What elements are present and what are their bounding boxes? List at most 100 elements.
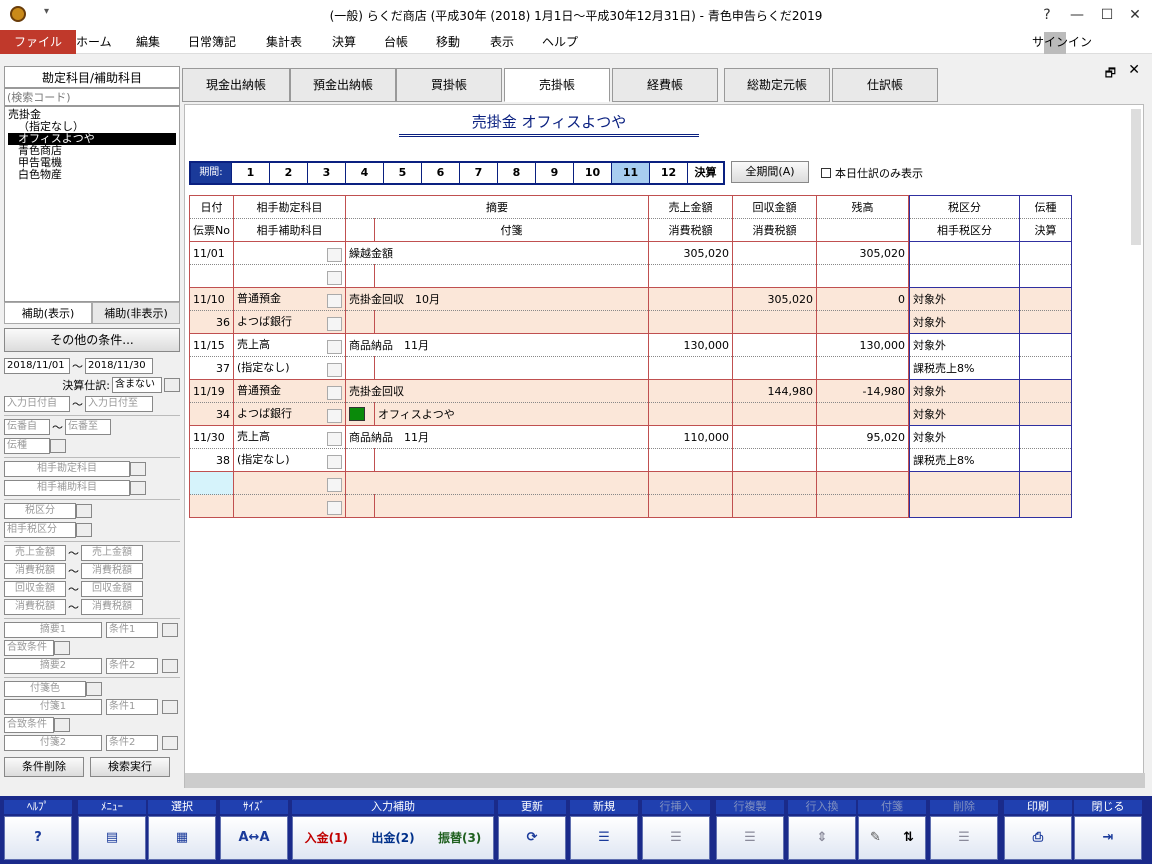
settle-select[interactable]: 含まない [112, 377, 162, 393]
table-row[interactable]: 36 よつば銀行 [189, 310, 909, 334]
row-sub[interactable]: (指定なし) [233, 356, 346, 380]
today-only-checkbox[interactable]: 本日仕訳のみ表示 [821, 165, 923, 181]
row-sticky[interactable]: オフィスよつや [374, 402, 649, 426]
tab-receivable-book[interactable]: 売掛帳 [504, 68, 610, 102]
row-collect[interactable] [732, 241, 817, 265]
toolbar-input-assist-button[interactable]: 入力補助 入金(1) 出金(2) 振替(3) [292, 800, 494, 860]
tax2-to-field[interactable]: 消費税額 [81, 599, 143, 615]
row-date[interactable]: 11/15 [189, 333, 234, 357]
menu-move[interactable]: 移動 [422, 30, 474, 54]
sub-dropdown-icon[interactable] [326, 455, 342, 469]
close-doc-icon[interactable]: ✕ [1128, 62, 1140, 78]
sticky-color-dropdown-icon[interactable] [86, 682, 102, 696]
insert-row-icon[interactable]: ☰ [642, 816, 710, 860]
row-sub[interactable]: (指定なし) [233, 448, 346, 472]
row-date[interactable]: 11/10 [189, 287, 234, 311]
toolbar-new-button[interactable]: 新規 ☰ [570, 800, 638, 860]
row-sales[interactable]: 130,000 [648, 333, 733, 357]
minimize-button[interactable]: — [1062, 4, 1092, 26]
menu-home[interactable]: ホーム [62, 30, 126, 54]
menu-view[interactable]: 表示 [476, 30, 528, 54]
row-memo[interactable]: 売掛金回収 10月 [345, 287, 649, 311]
sticky-color-field[interactable]: 付箋色 [4, 681, 86, 697]
row-slipno[interactable] [189, 494, 234, 518]
collect-to-field[interactable]: 回収金額 [81, 581, 143, 597]
memo2-field[interactable]: 摘要2 [4, 658, 102, 674]
row-slipno[interactable]: 38 [189, 448, 234, 472]
sticky-up-down-icon[interactable]: ⇅ [903, 817, 914, 859]
row-counter-tax[interactable]: 課税売上8% [909, 356, 1020, 380]
tab-deposit-book[interactable]: 預金出納帳 [290, 68, 396, 102]
counter-tax-field[interactable]: 相手税区分 [4, 522, 76, 538]
row-slipkind[interactable] [1019, 425, 1072, 449]
sub-dropdown-icon[interactable] [326, 271, 342, 285]
tax1-from-field[interactable]: 消費税額 [4, 563, 66, 579]
account-dropdown-icon[interactable] [326, 478, 342, 492]
deposit-button[interactable]: 入金(1) [305, 817, 348, 859]
row-slipkind[interactable] [1019, 379, 1072, 403]
row-tax[interactable]: 対象外 [909, 333, 1020, 357]
toolbar-delete-button[interactable]: 削除 ☰ [930, 800, 998, 860]
row-settle[interactable] [1019, 448, 1072, 472]
row-sub[interactable]: よつば銀行 [233, 310, 346, 334]
period-6[interactable]: 6 [421, 163, 459, 183]
toolbar-close-button[interactable]: 閉じる ⇥ [1074, 800, 1142, 860]
period-2[interactable]: 2 [269, 163, 307, 183]
tax2-from-field[interactable]: 消費税額 [4, 599, 66, 615]
period-9[interactable]: 9 [535, 163, 573, 183]
tab-payable-book[interactable]: 買掛帳 [396, 68, 502, 102]
tab-journal[interactable]: 仕訳帳 [832, 68, 938, 102]
sub-dropdown-icon[interactable] [326, 501, 342, 515]
clear-conditions-button[interactable]: 条件削除 [4, 757, 84, 777]
row-date[interactable]: 11/01 [189, 241, 234, 265]
row-counter-tax[interactable]: 課税売上8% [909, 448, 1020, 472]
row-date[interactable] [189, 471, 234, 495]
new-icon[interactable]: ☰ [570, 816, 638, 860]
help-icon[interactable]: ? [4, 816, 72, 860]
horizontal-scrollbar[interactable] [185, 773, 1145, 788]
toolbar-sticky-button[interactable]: 付箋 ✎ ⇅ [858, 800, 926, 860]
row-tax[interactable]: 対象外 [909, 287, 1020, 311]
row-slipkind[interactable] [1019, 333, 1072, 357]
size-icon[interactable]: A↔A [220, 816, 288, 860]
sub-dropdown-icon[interactable] [326, 409, 342, 423]
row-collect[interactable] [732, 471, 817, 495]
all-period-button[interactable]: 全期間(A) [731, 161, 809, 183]
tax1-to-field[interactable]: 消費税額 [81, 563, 143, 579]
close-button[interactable]: ✕ [1120, 4, 1150, 26]
row-account[interactable]: 普通預金 [233, 287, 346, 311]
slip-type-dropdown-icon[interactable] [50, 439, 66, 453]
collect-from-field[interactable]: 回収金額 [4, 581, 66, 597]
transfer-button[interactable]: 振替(3) [438, 817, 481, 859]
cond2-field[interactable]: 条件2 [106, 658, 158, 674]
table-row[interactable] [189, 471, 909, 495]
row-settle[interactable] [1019, 494, 1072, 518]
row-memo[interactable]: 商品納品 11月 [345, 425, 649, 449]
table-row[interactable]: 38 (指定なし) [189, 448, 909, 472]
row-tax[interactable] [909, 471, 1020, 495]
slip-type-field[interactable]: 伝種 [4, 438, 50, 454]
row-counter-tax[interactable]: 対象外 [909, 402, 1020, 426]
account-dropdown-icon[interactable] [326, 340, 342, 354]
row-slipno[interactable]: 36 [189, 310, 234, 334]
menu-ledger[interactable]: 台帳 [370, 30, 422, 54]
sub-dropdown-icon[interactable] [326, 363, 342, 377]
sales-from-field[interactable]: 売上金額 [4, 545, 66, 561]
vertical-scrollbar[interactable] [1131, 109, 1141, 245]
sub-dropdown-icon[interactable] [326, 317, 342, 331]
memo1-field[interactable]: 摘要1 [4, 622, 102, 638]
row-settle[interactable] [1019, 356, 1072, 380]
row-account[interactable]: 売上高 [233, 425, 346, 449]
row-settle[interactable] [1019, 402, 1072, 426]
row-settle[interactable] [1019, 264, 1072, 288]
row-collect[interactable] [732, 333, 817, 357]
period-12[interactable]: 12 [649, 163, 687, 183]
date-from-field[interactable]: 2018/11/01 [4, 358, 70, 374]
row-sales[interactable]: 305,020 [648, 241, 733, 265]
settle-dropdown-icon[interactable] [164, 378, 180, 392]
table-row[interactable] [189, 264, 909, 288]
period-3[interactable]: 3 [307, 163, 345, 183]
row-collect[interactable] [732, 425, 817, 449]
row-sticky-color[interactable] [345, 494, 375, 518]
row-sales[interactable] [648, 287, 733, 311]
